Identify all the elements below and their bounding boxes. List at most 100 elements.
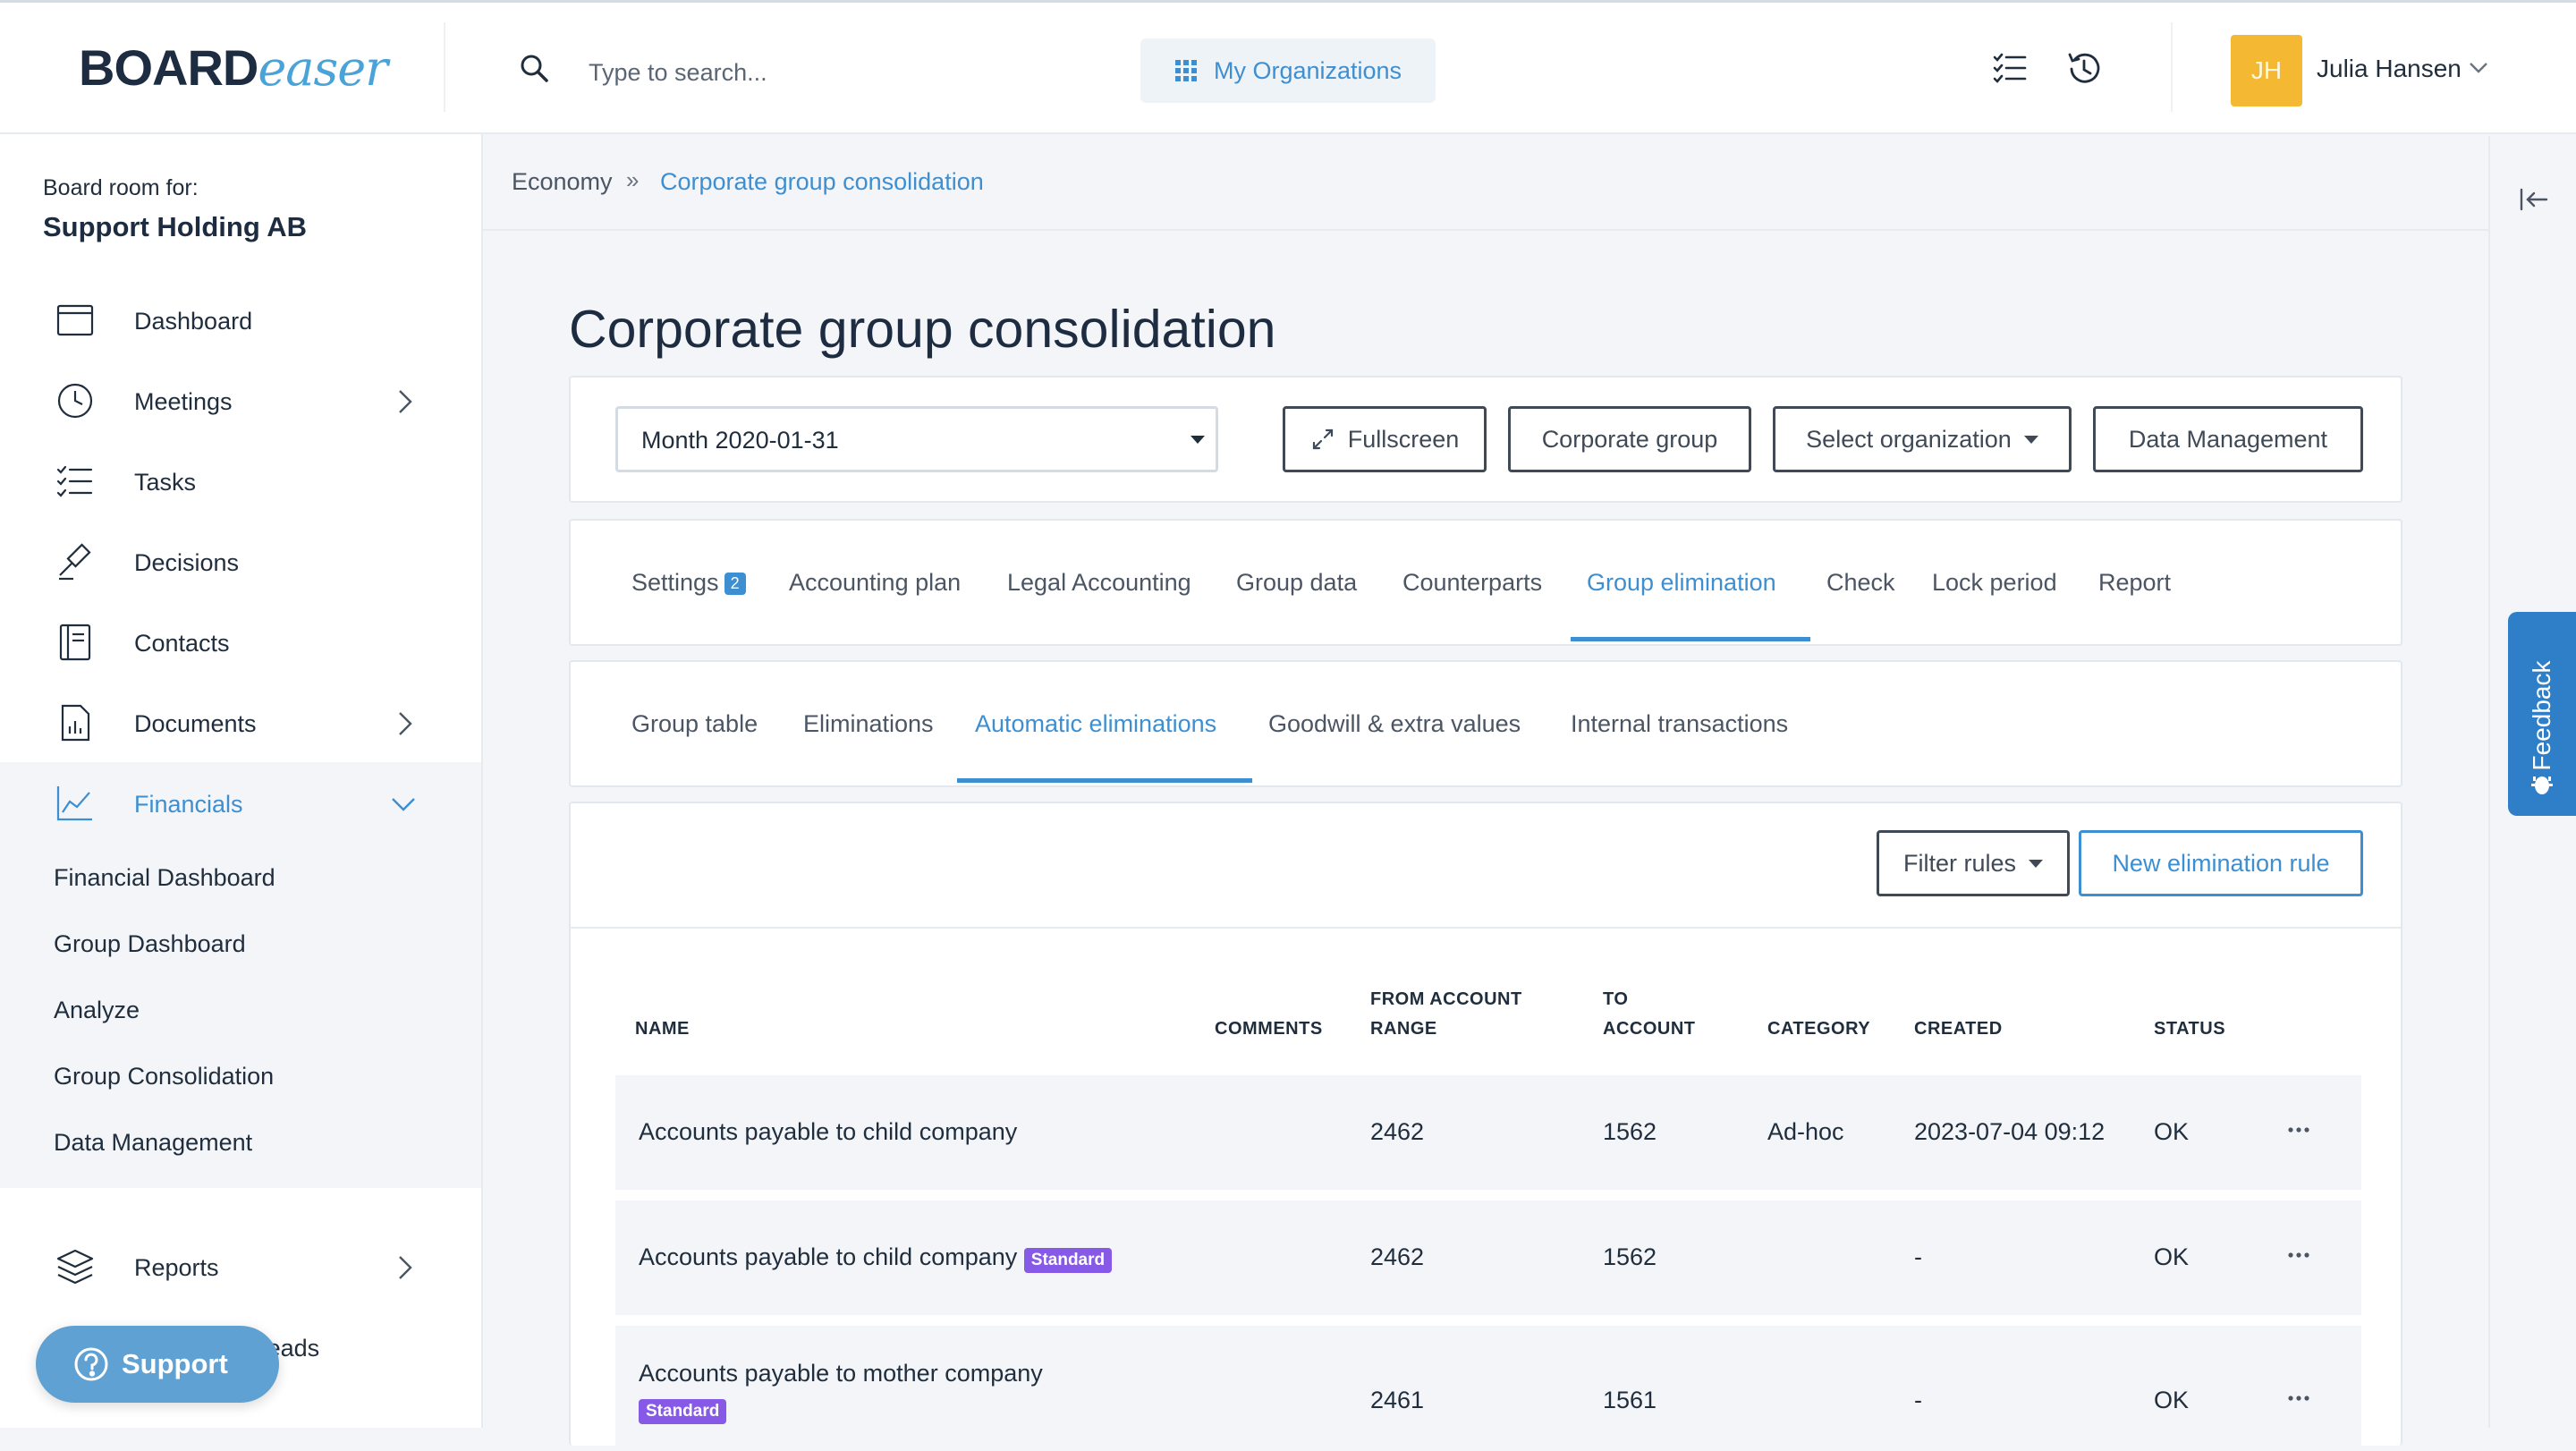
- support-button[interactable]: Support: [36, 1326, 279, 1403]
- my-organizations-button[interactable]: My Organizations: [1140, 38, 1436, 103]
- column-header-category[interactable]: CATEGORY: [1767, 1014, 1870, 1044]
- new-elimination-rule-button[interactable]: New elimination rule: [2079, 830, 2363, 896]
- period-select[interactable]: Month 2020-01-31: [615, 406, 1218, 472]
- expand-arrows-icon: [1310, 427, 1335, 452]
- sidebar-subitem-group-dashboard[interactable]: Group Dashboard: [54, 930, 246, 958]
- feedback-tab[interactable]: Feedback: [2508, 612, 2576, 816]
- column-header-name[interactable]: NAME: [635, 1014, 690, 1044]
- created: 2023-07-04 09:12: [1914, 1118, 2106, 1145]
- tab-check[interactable]: Check: [1826, 569, 1895, 597]
- sidebar-item-dashboard[interactable]: Dashboard: [0, 281, 481, 361]
- sidebar-item-meetings[interactable]: Meetings: [0, 361, 481, 442]
- rule-name: Accounts payable to child company: [639, 1118, 1018, 1145]
- logo-script-text: easer: [258, 40, 388, 97]
- tab-legal-accounting[interactable]: Legal Accounting: [1007, 569, 1191, 597]
- column-header-to-account[interactable]: TO ACCOUNT: [1603, 985, 1696, 1044]
- board-room-label: Board room for:: [43, 175, 199, 200]
- sidebar-item-label: Contacts: [134, 630, 230, 657]
- toolbar-card: Month 2020-01-31 Fullscreen Corporate gr…: [569, 376, 2402, 503]
- corporate-group-button[interactable]: Corporate group: [1508, 406, 1751, 472]
- active-tab-indicator: [1571, 637, 1810, 641]
- tab-group-data[interactable]: Group data: [1236, 569, 1357, 597]
- chevron-right-icon[interactable]: [397, 710, 413, 737]
- column-header-created[interactable]: CREATED: [1914, 1014, 2003, 1044]
- double-chevron-right-icon: »: [626, 166, 640, 193]
- table-row[interactable]: Accounts payable to mother company Stand…: [615, 1326, 2361, 1451]
- financials-section: Financials Financial Dashboard Group Das…: [0, 762, 481, 1188]
- sidebar-item-reports[interactable]: Reports: [0, 1227, 481, 1308]
- sidebar-subitem-group-consolidation[interactable]: Group Consolidation: [54, 1063, 274, 1090]
- tab-settings[interactable]: Settings 2: [631, 569, 746, 597]
- sidebar-item-label: Reports: [134, 1254, 219, 1281]
- more-options-icon[interactable]: [2288, 1127, 2309, 1133]
- filter-rules-dropdown[interactable]: Filter rules: [1877, 830, 2070, 896]
- chevron-down-icon[interactable]: [390, 796, 417, 812]
- sidebar-item-label: Decisions: [134, 549, 240, 576]
- tab-eliminations[interactable]: Eliminations: [803, 710, 934, 738]
- table-row[interactable]: Accounts payable to child company 2462 1…: [615, 1075, 2361, 1190]
- page-title: Corporate group consolidation: [569, 300, 1276, 359]
- tab-lock-period[interactable]: Lock period: [1932, 569, 2057, 597]
- rule-name-with-tag: Accounts payable to child company Standa…: [639, 1243, 1113, 1273]
- user-name[interactable]: Julia Hansen: [2317, 55, 2462, 83]
- to-account: 1561: [1603, 1387, 1657, 1413]
- tab-group-table[interactable]: Group table: [631, 710, 758, 738]
- breadcrumb-current[interactable]: Corporate group consolidation: [660, 168, 984, 196]
- caret-down-icon: [2029, 859, 2044, 868]
- sidebar-item-decisions[interactable]: Decisions: [0, 522, 481, 603]
- sidebar-item-documents[interactable]: Documents: [0, 683, 481, 764]
- sidebar-subitem-analyze[interactable]: Analyze: [54, 997, 140, 1024]
- more-options-icon[interactable]: [2288, 1396, 2309, 1401]
- history-icon[interactable]: [2064, 49, 2104, 89]
- sidebar-item-label: Documents: [134, 710, 257, 737]
- created: -: [1914, 1243, 1922, 1270]
- sidebar-item-financials[interactable]: Financials: [0, 764, 481, 844]
- search-input[interactable]: [587, 49, 1091, 96]
- created: -: [1914, 1387, 1922, 1413]
- column-header-from-account-range[interactable]: FROM ACCOUNT RANGE: [1370, 985, 1522, 1044]
- line-chart-icon: [55, 784, 95, 823]
- avatar[interactable]: JH: [2231, 35, 2302, 106]
- fullscreen-button[interactable]: Fullscreen: [1283, 406, 1487, 472]
- status: OK: [2154, 1387, 2190, 1413]
- status: OK: [2154, 1243, 2190, 1270]
- tab-goodwill-extra-values[interactable]: Goodwill & extra values: [1268, 710, 1521, 738]
- chevron-right-icon[interactable]: [397, 388, 413, 415]
- column-header-to-line1: TO: [1603, 989, 1629, 1009]
- tab-internal-transactions[interactable]: Internal transactions: [1571, 710, 1788, 738]
- feedback-label: Feedback: [2528, 660, 2555, 771]
- sidebar-subitem-data-management[interactable]: Data Management: [54, 1129, 252, 1157]
- tab-report[interactable]: Report: [2098, 569, 2171, 597]
- sidebar-subitem-financial-dashboard[interactable]: Financial Dashboard: [54, 864, 275, 892]
- period-select-value: Month 2020-01-31: [641, 427, 839, 454]
- panel-divider: [571, 927, 2401, 929]
- support-label: Support: [122, 1348, 228, 1379]
- column-header-status[interactable]: STATUS: [2154, 1014, 2225, 1044]
- collapse-left-icon[interactable]: [2519, 186, 2549, 213]
- sidebar-item-contacts[interactable]: Contacts: [0, 603, 481, 683]
- more-options-icon[interactable]: [2288, 1252, 2309, 1258]
- tab-counterparts[interactable]: Counterparts: [1402, 569, 1542, 597]
- to-account: 1562: [1603, 1243, 1657, 1270]
- breadcrumb-economy[interactable]: Economy: [512, 168, 613, 196]
- tab-accounting-plan[interactable]: Accounting plan: [789, 569, 961, 597]
- column-header-comments[interactable]: COMMENTS: [1215, 1014, 1323, 1044]
- search-icon[interactable]: [519, 53, 549, 83]
- select-organization-dropdown[interactable]: Select organization: [1773, 406, 2072, 472]
- tasks-checklist-icon[interactable]: [1991, 49, 2029, 87]
- status: OK: [2154, 1118, 2190, 1145]
- table-row[interactable]: Accounts payable to child company Standa…: [615, 1201, 2361, 1315]
- tab-automatic-eliminations[interactable]: Automatic eliminations: [975, 710, 1216, 738]
- chevron-right-icon[interactable]: [397, 1254, 413, 1281]
- sidebar-item-tasks[interactable]: Tasks: [0, 442, 481, 522]
- tab-settings-label: Settings: [631, 569, 719, 596]
- data-management-button[interactable]: Data Management: [2093, 406, 2363, 472]
- boardeaser-logo[interactable]: BOARDeaser: [79, 38, 388, 97]
- topbar-divider: [2171, 22, 2173, 112]
- sidebar-item-label: Dashboard: [134, 308, 253, 335]
- sidebar-item-label: Financials: [134, 791, 243, 818]
- corporate-group-label: Corporate group: [1541, 425, 1718, 453]
- chevron-down-icon[interactable]: [2469, 62, 2488, 74]
- tab-group-elimination[interactable]: Group elimination: [1587, 569, 1776, 597]
- caret-down-icon: [1191, 436, 1205, 444]
